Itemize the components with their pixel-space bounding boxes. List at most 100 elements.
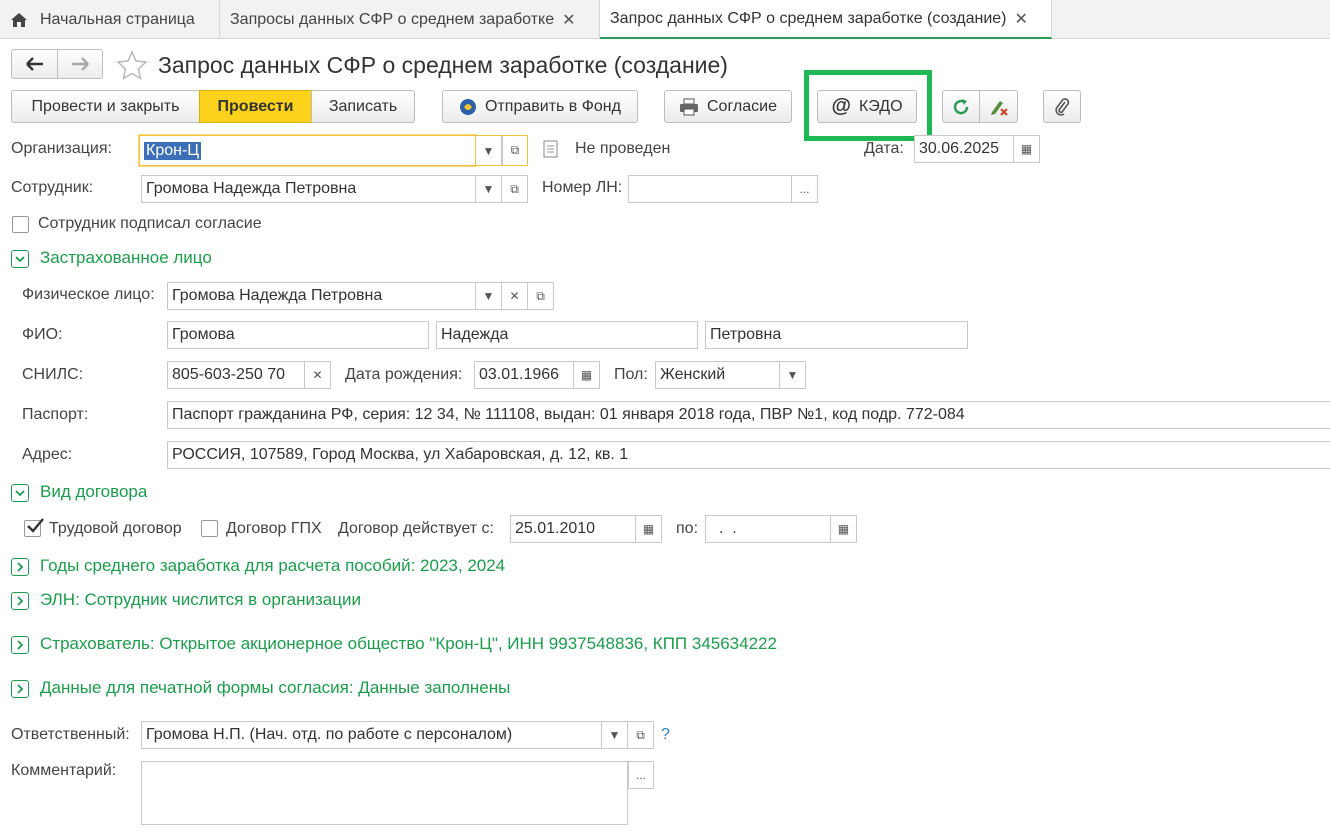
person-label: Физическое лицо: (22, 286, 155, 303)
ln-number-select-button[interactable]: ... (792, 175, 818, 203)
responsible-open[interactable]: ⧉ (628, 721, 654, 749)
help-icon[interactable]: ? (661, 726, 670, 744)
gph-contract-checkbox[interactable] (201, 520, 218, 537)
person-clear[interactable]: ✕ (502, 282, 528, 310)
chevron-right-icon (17, 596, 24, 606)
calendar-icon: ▦ (580, 368, 593, 382)
fio-label: ФИО: (22, 326, 63, 343)
eln-group-header[interactable]: ЭЛН: Сотрудник числится в организации (40, 590, 361, 610)
labor-contract-checkbox[interactable] (24, 518, 44, 537)
tab-bar: Начальная страница Запросы данных СФР о … (0, 0, 1330, 39)
person-open[interactable]: ⧉ (528, 282, 554, 310)
date-input[interactable]: 30.06.2025 (914, 135, 1014, 163)
valid-to-calendar-button[interactable]: ▦ (831, 515, 857, 543)
sex-label: Пол: (614, 366, 648, 383)
send-to-fund-label: Отправить в Фонд (485, 97, 621, 115)
first-name-input[interactable]: Надежда (436, 321, 698, 349)
date-label: Дата: (864, 140, 904, 157)
organization-value: Крон-Ц (144, 141, 202, 160)
passport-input[interactable]: Паспорт гражданина РФ, серия: 12 34, № 1… (167, 401, 1330, 429)
edit-clear-button[interactable] (979, 90, 1018, 123)
page-title: Запрос данных СФР о среднем заработке (с… (158, 52, 728, 78)
tab-requests-list[interactable]: Запросы данных СФР о среднем заработке ✕ (220, 0, 600, 39)
tab-home[interactable]: Начальная страница (0, 0, 220, 39)
consent-signed-checkbox[interactable] (12, 216, 29, 233)
arrow-right-icon (71, 57, 89, 71)
checkmark-icon (27, 518, 44, 533)
middle-name-input[interactable]: Петровна (705, 321, 968, 349)
chevron-down-icon: ▼ (482, 182, 495, 196)
valid-to-input[interactable]: . . (705, 515, 831, 543)
close-icon[interactable]: ✕ (562, 10, 575, 30)
comment-textarea[interactable] (141, 761, 628, 825)
sex-select[interactable]: Женский (655, 361, 780, 389)
send-to-fund-button[interactable]: Отправить в Фонд (442, 90, 638, 123)
insurer-group-header[interactable]: Страхователь: Открытое акционерное общес… (40, 634, 777, 654)
open-form-icon: ⧉ (510, 181, 519, 196)
valid-to-label: по: (676, 520, 699, 537)
back-button[interactable] (11, 49, 58, 79)
valid-from-input[interactable]: 25.01.2010 (510, 515, 636, 543)
employee-open[interactable]: ⧉ (502, 175, 528, 203)
fund-emblem-icon (459, 98, 477, 116)
chevron-right-icon (17, 562, 24, 572)
snils-input[interactable]: 805-603-250 70 (167, 361, 305, 389)
post-button[interactable]: Провести (199, 90, 312, 123)
chevron-down-icon (15, 490, 25, 497)
insurer-group-toggle[interactable] (11, 636, 29, 654)
organization-label: Организация: (11, 140, 112, 157)
employee-dropdown[interactable]: ▼ (476, 175, 502, 203)
consent-button[interactable]: Согласие (664, 90, 792, 123)
last-name-input[interactable]: Громова (167, 321, 429, 349)
consent-label: Согласие (706, 97, 777, 115)
print-data-group-toggle[interactable] (11, 680, 29, 698)
person-input[interactable]: Громова Надежда Петровна (167, 282, 476, 310)
open-form-icon: ⧉ (536, 288, 545, 303)
employee-input[interactable]: Громова Надежда Петровна (141, 175, 476, 203)
comment-edit-button[interactable]: ... (628, 761, 654, 789)
tab-requests-list-label: Запросы данных СФР о среднем заработке (230, 10, 555, 28)
ln-number-input[interactable] (628, 175, 792, 203)
valid-from-calendar-button[interactable]: ▦ (636, 515, 662, 543)
years-group-toggle[interactable] (11, 558, 29, 576)
document-status: Не проведен (575, 140, 671, 157)
refresh-button[interactable] (942, 90, 980, 123)
birth-date-input[interactable]: 03.01.1966 (474, 361, 574, 389)
contract-group-toggle[interactable] (11, 484, 29, 502)
insured-group-header[interactable]: Застрахованное лицо (40, 248, 212, 268)
responsible-dropdown[interactable]: ▼ (602, 721, 628, 749)
organization-open[interactable]: ⧉ (502, 135, 528, 166)
birth-date-calendar-button[interactable]: ▦ (574, 361, 600, 389)
open-form-icon: ⧉ (636, 727, 645, 742)
years-group-header[interactable]: Годы среднего заработка для расчета посо… (40, 556, 505, 576)
attachments-button[interactable] (1043, 90, 1081, 123)
gph-contract-label: Договор ГПХ (226, 520, 322, 537)
print-data-group-header[interactable]: Данные для печатной формы согласия: Данн… (40, 678, 510, 698)
post-and-close-button[interactable]: Провести и закрыть (11, 90, 200, 123)
sex-dropdown[interactable]: ▼ (780, 361, 806, 389)
chevron-down-icon: ▼ (786, 368, 799, 382)
home-icon (10, 12, 28, 28)
address-input[interactable]: РОССИЯ, 107589, Город Москва, ул Хабаров… (167, 441, 1330, 469)
pen-cross-icon (989, 97, 1009, 117)
organization-dropdown[interactable]: ▼ (476, 135, 502, 166)
save-button[interactable]: Записать (311, 90, 415, 123)
chevron-down-icon (15, 256, 25, 263)
calendar-icon: ▦ (1020, 142, 1033, 156)
contract-group-header[interactable]: Вид договора (40, 482, 147, 502)
favorite-star-icon[interactable] (116, 50, 148, 85)
ln-number-label: Номер ЛН: (542, 179, 623, 196)
organization-input[interactable]: Крон-Ц (139, 135, 476, 166)
responsible-input[interactable]: Громова Н.П. (Нач. отд. по работе с перс… (141, 721, 602, 749)
eln-group-toggle[interactable] (11, 592, 29, 610)
snils-clear[interactable]: ✕ (305, 361, 331, 389)
chevron-down-icon: ▼ (482, 143, 495, 158)
forward-button[interactable] (57, 49, 103, 79)
person-dropdown[interactable]: ▼ (476, 282, 502, 310)
date-calendar-button[interactable]: ▦ (1014, 135, 1040, 163)
insured-group-toggle[interactable] (11, 250, 29, 268)
chevron-right-icon (17, 640, 24, 650)
tab-request-create[interactable]: Запрос данных СФР о среднем заработке (с… (600, 0, 1052, 39)
employee-label: Сотрудник: (11, 179, 94, 196)
close-icon[interactable]: ✕ (1015, 9, 1028, 29)
